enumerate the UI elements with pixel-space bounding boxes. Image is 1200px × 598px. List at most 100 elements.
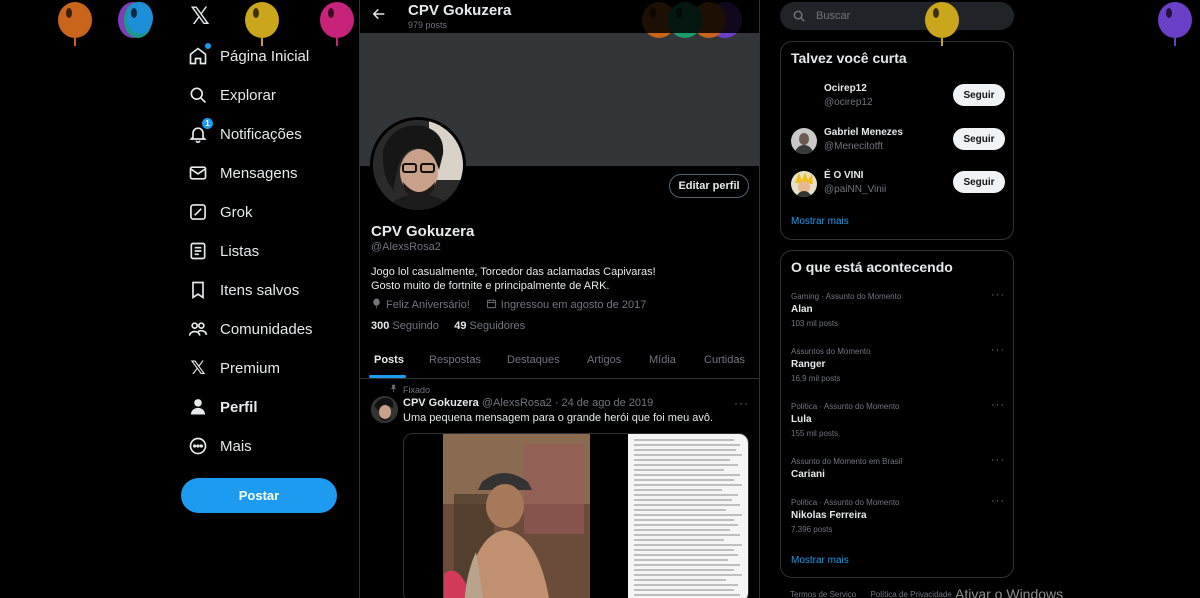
tab-highlights[interactable]: Destaques xyxy=(507,354,560,366)
tab-posts[interactable]: Posts xyxy=(374,354,404,366)
bell-icon: 1 xyxy=(188,118,213,144)
search-icon xyxy=(792,9,806,23)
more-icon xyxy=(188,436,208,456)
followers-link[interactable]: 49 Seguidores xyxy=(454,320,525,332)
nav-messages[interactable]: Mensagens xyxy=(188,160,298,186)
bookmark-icon xyxy=(188,280,208,300)
follow-button[interactable]: Seguir xyxy=(953,171,1005,193)
user-avatar[interactable] xyxy=(791,128,817,154)
suggested-user[interactable]: Gabriel Menezes @Menecitotft Seguir xyxy=(791,126,1005,158)
follow-button[interactable]: Seguir xyxy=(953,84,1005,106)
user-handle: @paiNN_Vinii xyxy=(824,184,887,195)
trend-context: Política · Assunto do Momento xyxy=(791,498,900,507)
trend-item[interactable]: Política · Assunto do Momento Lula 155 m… xyxy=(791,399,1005,439)
communities-icon xyxy=(188,319,208,339)
balloon-icon xyxy=(371,298,382,312)
footer-links: Termos de Serviço Política de Privacidad… xyxy=(790,590,964,598)
profile-handle: @AlexsRosa2 xyxy=(371,241,441,253)
tweet-author-avatar[interactable] xyxy=(371,396,398,423)
home-notification-dot xyxy=(205,43,211,49)
more-options-icon[interactable]: ··· xyxy=(991,454,1005,466)
profile-avatar[interactable] xyxy=(370,117,466,213)
tab-replies[interactable]: Respostas xyxy=(429,354,481,366)
bio-line: Jogo lol casualmente, Torcedor das aclam… xyxy=(371,266,656,278)
follow-button[interactable]: Seguir xyxy=(953,128,1005,150)
trend-topic: Lula xyxy=(791,414,812,425)
trend-item[interactable]: Política · Assunto do Momento Nikolas Fe… xyxy=(791,495,1005,535)
balloon-icon xyxy=(925,2,959,46)
edit-profile-button[interactable]: Editar perfil xyxy=(669,174,749,198)
search-bar[interactable] xyxy=(780,2,1014,30)
nav-label: Perfil xyxy=(220,398,258,416)
nav-profile[interactable]: Perfil xyxy=(188,394,258,420)
pin-icon xyxy=(389,384,398,395)
notification-count-badge: 1 xyxy=(202,118,213,129)
profile-meta: Feliz Aniversário! Ingressou em agosto d… xyxy=(371,298,646,312)
balloon-icon xyxy=(320,2,354,46)
user-handle: @ocirep12 xyxy=(824,97,873,108)
trends-card: O que está acontecendo Gaming · Assunto … xyxy=(780,250,1014,578)
privacy-link[interactable]: Política de Privacidade xyxy=(870,590,951,598)
calendar-icon xyxy=(486,298,497,312)
x-logo-icon: 𝕏 xyxy=(190,357,206,379)
nav-label: Mensagens xyxy=(220,164,298,182)
more-options-icon[interactable]: ··· xyxy=(991,289,1005,301)
nav-more[interactable]: Mais xyxy=(188,433,252,459)
show-more-link[interactable]: Mostrar mais xyxy=(791,555,849,566)
balloon-icon xyxy=(58,2,92,46)
left-sidebar: 𝕏 Página Inicial Explorar 1 Notificações… xyxy=(0,0,360,598)
nav-home[interactable]: Página Inicial xyxy=(188,43,309,69)
nav-explore[interactable]: Explorar xyxy=(188,82,276,108)
trend-post-count: 155 mil posts xyxy=(791,429,839,438)
nav-grok[interactable]: Grok xyxy=(188,199,253,225)
search-input[interactable] xyxy=(816,6,1006,26)
more-options-icon[interactable]: ··· xyxy=(991,344,1005,356)
user-name: Ocirep12 xyxy=(824,83,867,94)
tweet-media-image xyxy=(404,434,748,598)
tweet-author-name[interactable]: CPV Gokuzera xyxy=(403,397,479,409)
tweet-text: Uma pequena mensagem para o grande herói… xyxy=(403,412,714,424)
user-handle: @Menecitotft xyxy=(824,141,884,152)
pinned-label: Fixado xyxy=(389,384,430,395)
follow-stats: 300 Seguindo 49 Seguidores xyxy=(371,320,525,332)
post-button[interactable]: Postar xyxy=(181,478,337,513)
balloon-icon xyxy=(245,2,279,46)
nav-notifications[interactable]: 1 Notificações xyxy=(188,118,302,147)
terms-link[interactable]: Termos de Serviço xyxy=(790,590,856,598)
x-logo-icon[interactable]: 𝕏 xyxy=(187,4,213,30)
trend-topic: Alan xyxy=(791,304,813,315)
nav-label: Notificações xyxy=(220,125,302,143)
suggested-user[interactable]: Ocirep12 @ocirep12 Seguir xyxy=(791,82,1005,114)
trend-item[interactable]: Assuntos do Momento Ranger 16,9 mil post… xyxy=(791,344,1005,384)
trend-context: Política · Assunto do Momento xyxy=(791,402,900,411)
profile-tabs: Posts Respostas Destaques Artigos Mídia … xyxy=(360,343,759,379)
nav-label: Grok xyxy=(220,203,253,221)
nav-bookmarks[interactable]: Itens salvos xyxy=(188,277,299,303)
nav-communities[interactable]: Comunidades xyxy=(188,316,313,342)
nav-premium[interactable]: 𝕏 Premium xyxy=(188,355,280,381)
nav-label: Explorar xyxy=(220,86,276,104)
show-more-link[interactable]: Mostrar mais xyxy=(791,216,849,227)
tweet-header: CPV Gokuzera @AlexsRosa2 · 24 de ago de … xyxy=(403,397,653,409)
more-options-icon[interactable]: ··· xyxy=(734,396,749,410)
nav-lists[interactable]: Listas xyxy=(188,238,259,264)
balloon-icon xyxy=(118,2,153,38)
trend-post-count: 7.396 posts xyxy=(791,525,833,534)
tweet-media[interactable] xyxy=(403,433,749,598)
trend-item[interactable]: Assunto do Momento em Brasil Cariani ··· xyxy=(791,454,1005,483)
trend-item[interactable]: Gaming · Assunto do Momento Alan 103 mil… xyxy=(791,289,1005,329)
tweet-handle-date[interactable]: @AlexsRosa2 · 24 de ago de 2019 xyxy=(482,397,653,409)
tab-likes[interactable]: Curtidas xyxy=(704,354,745,366)
user-avatar[interactable] xyxy=(791,171,817,197)
back-arrow-icon[interactable] xyxy=(370,6,388,24)
nav-label: Premium xyxy=(220,359,281,377)
following-link[interactable]: 300 Seguindo xyxy=(371,320,439,332)
trend-topic: Ranger xyxy=(791,359,826,370)
tab-media[interactable]: Mídia xyxy=(649,354,676,366)
more-options-icon[interactable]: ··· xyxy=(991,495,1005,507)
tab-articles[interactable]: Artigos xyxy=(587,354,621,366)
user-avatar[interactable] xyxy=(791,84,817,110)
more-options-icon[interactable]: ··· xyxy=(991,399,1005,411)
suggested-user[interactable]: É O VINI @paiNN_Vinii Seguir xyxy=(791,169,1005,201)
balloon-icon xyxy=(1158,2,1192,46)
